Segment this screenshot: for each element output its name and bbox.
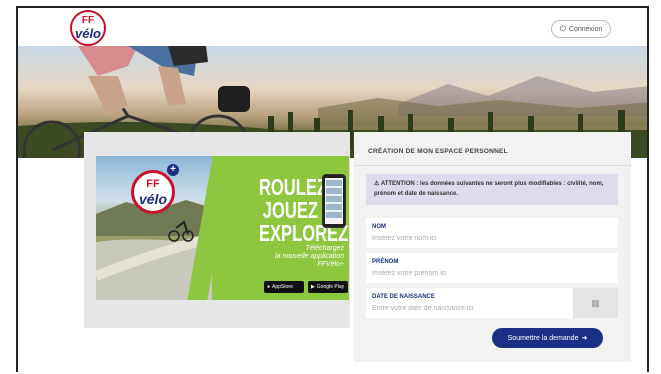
slogan-line-2: JOUEZ <box>262 197 318 223</box>
download-text: Téléchargez la nouvelle application FFVé… <box>212 245 344 269</box>
calendar-button[interactable]: ▦ <box>573 288 618 318</box>
submit-label: Soumettre la demande <box>507 334 579 342</box>
nom-field: NOM <box>366 218 618 248</box>
login-button[interactable]: ⏻ Connexion <box>551 20 611 38</box>
alert-text: ATTENTION : les données suivantes ne ser… <box>374 181 604 197</box>
appstore-label: AppStore <box>272 284 293 290</box>
app-logo: FF vélo <box>131 170 175 214</box>
top-bar: FF vélo ⏻ Connexion <box>18 8 647 46</box>
page-frame: FF vélo ⏻ Connexion FF vélo + ROULEZ JOU… <box>16 6 649 372</box>
download-line-2: la nouvelle application <box>275 253 344 260</box>
prenom-field: PRÉNOM <box>366 253 618 283</box>
nom-label: NOM <box>372 224 386 230</box>
divider <box>354 165 631 166</box>
promo-banner[interactable]: FF vélo + ROULEZ JOUEZ EXPLOREZ Téléchar… <box>96 156 349 300</box>
app-logo-ff-text: FF <box>146 178 160 190</box>
appstore-badge[interactable]: ● AppStore <box>264 281 304 293</box>
calendar-icon: ▦ <box>591 297 600 308</box>
ffvelo-logo[interactable]: FF vélo <box>70 10 106 46</box>
warning-alert: ⚠ ATTENTION : les données suivantes ne s… <box>366 174 618 205</box>
warning-icon: ⚠ <box>374 181 380 187</box>
form-title: CRÉATION DE MON ESPACE PERSONNEL <box>368 148 508 155</box>
nom-input[interactable] <box>372 233 608 244</box>
logo-velo-text: vélo <box>74 26 101 41</box>
power-icon: ⏻ <box>559 24 566 33</box>
phone-mockup-icon <box>322 174 346 228</box>
arrow-right-icon: ➜ <box>581 335 588 342</box>
apple-icon: ● <box>267 284 271 290</box>
plus-icon: + <box>167 164 179 176</box>
submit-button[interactable]: Soumettre la demande ➜ <box>492 328 603 348</box>
play-icon: ▶ <box>311 284 315 290</box>
promo-slogan: ROULEZ JOUEZ EXPLOREZ <box>236 174 349 246</box>
logo-ff-text: FF <box>81 15 95 26</box>
download-line-1: Téléchargez <box>305 245 344 252</box>
prenom-label: PRÉNOM <box>372 259 399 265</box>
birthdate-label: DATE DE NAISSANCE <box>372 294 435 300</box>
registration-card: CRÉATION DE MON ESPACE PERSONNEL ⚠ ATTEN… <box>354 132 631 362</box>
googleplay-label: Google Play <box>316 284 345 290</box>
googleplay-badge[interactable]: ▶ Google Play <box>308 281 348 293</box>
slogan-line-1: ROULEZ <box>258 174 328 200</box>
app-logo-velo-text: vélo <box>138 191 167 207</box>
login-label: Connexion <box>568 25 603 33</box>
birthdate-field: DATE DE NAISSANCE <box>366 288 608 318</box>
prenom-input[interactable] <box>372 268 608 279</box>
download-line-3: FFVélo+ <box>317 261 344 268</box>
slogan-line-3: EXPLOREZ <box>258 220 349 246</box>
